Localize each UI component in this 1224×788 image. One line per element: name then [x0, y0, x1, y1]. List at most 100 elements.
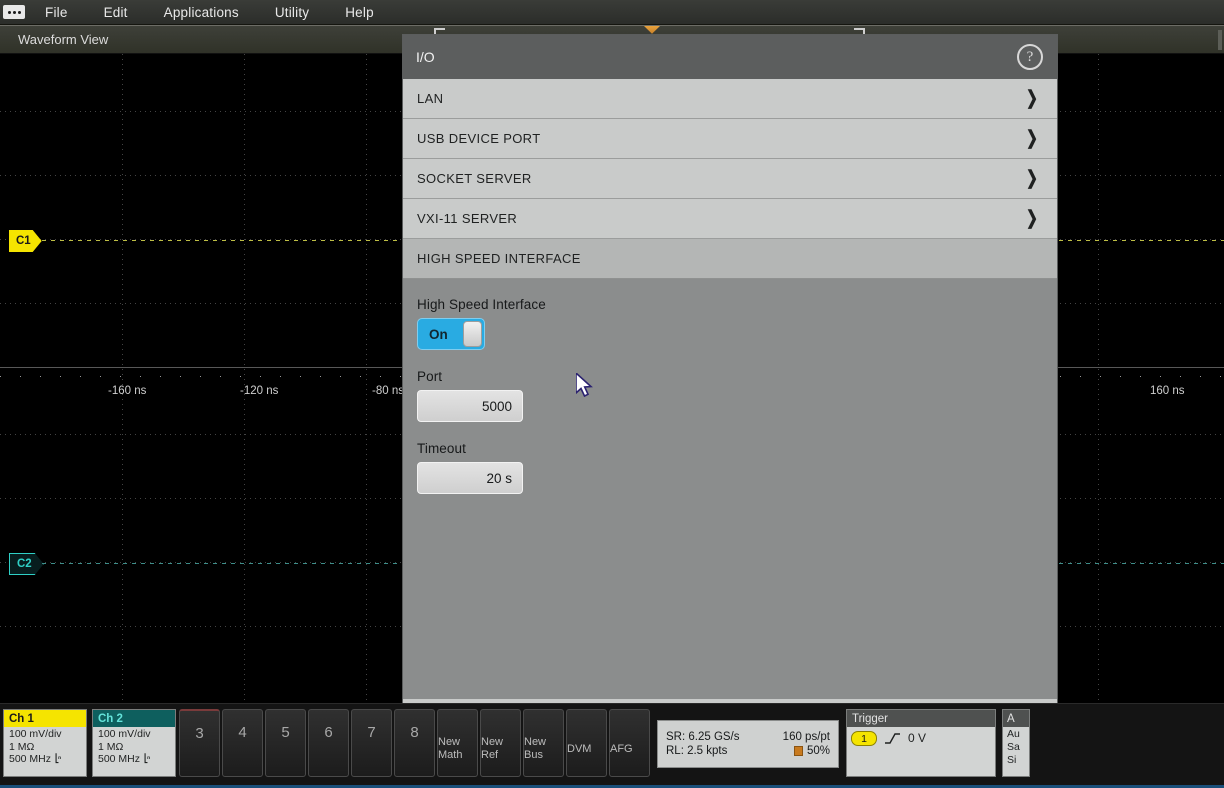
status-position: 50%	[807, 745, 830, 757]
io-menu-item-usb-device-port[interactable]: USB DEVICE PORT ❯	[403, 119, 1057, 159]
channel-marker-c2-label: C2	[17, 558, 32, 570]
afg-button[interactable]: AFG	[609, 709, 650, 777]
chevron-right-icon: ❯	[1026, 169, 1038, 188]
high-speed-interface-panel: High Speed Interface On Port 5000 Timeou…	[403, 279, 1057, 699]
bandwidth-filter-icon: ⎣ⁿ	[55, 753, 60, 766]
high-speed-interface-toggle[interactable]: On	[417, 318, 485, 350]
channel-badge-ch2-details: 100 mV/div 1 MΩ 500 MHz ⎣ⁿ	[93, 727, 175, 776]
trigger-position-icon	[794, 746, 803, 756]
bottom-toolbar: Ch 1 100 mV/div 1 MΩ 500 MHz ⎣ⁿ Ch 2 100…	[0, 703, 1224, 788]
ch2-scale: 100 mV/div	[98, 728, 175, 741]
time-label-0: -160 ns	[108, 385, 146, 397]
acquisition-sequence: Si	[1007, 754, 1029, 767]
menu-item-help[interactable]: Help	[327, 5, 392, 20]
status-resolution: 160 ps/pt	[783, 731, 830, 743]
io-menu-item-high-speed-interface-label: HIGH SPEED INTERFACE	[417, 251, 581, 266]
io-menu-item-usb-device-port-label: USB DEVICE PORT	[417, 131, 540, 146]
toggle-knob-icon	[463, 321, 482, 347]
channel-badge-ch1-details: 100 mV/div 1 MΩ 500 MHz ⎣ⁿ	[4, 727, 86, 776]
io-menu-item-lan-label: LAN	[417, 91, 443, 106]
status-row-sample-rate: SR: 6.25 GS/s 160 ps/pt	[666, 731, 830, 743]
ch1-scale: 100 mV/div	[9, 728, 86, 741]
trigger-panel-body: 1 0 V	[847, 727, 995, 776]
new-ref-line1: New	[481, 736, 503, 749]
menu-item-utility[interactable]: Utility	[257, 5, 327, 20]
channel-badge-ch1[interactable]: Ch 1 100 mV/div 1 MΩ 500 MHz ⎣ⁿ	[3, 709, 87, 777]
io-dialog: I/O ? LAN ❯ USB DEVICE PORT ❯ SOCKET SER…	[403, 35, 1057, 739]
io-dialog-title: I/O	[416, 49, 435, 65]
io-menu-list: LAN ❯ USB DEVICE PORT ❯ SOCKET SERVER ❯ …	[403, 79, 1057, 279]
status-row-record-length: RL: 2.5 kpts 50%	[666, 745, 830, 757]
menu-item-applications[interactable]: Applications	[146, 5, 257, 20]
help-question-icon[interactable]: ?	[1017, 44, 1043, 70]
ch2-bandwidth-row: 500 MHz ⎣ⁿ	[98, 753, 175, 766]
high-speed-interface-toggle-label: High Speed Interface	[417, 297, 1057, 312]
acquisition-mode: Au	[1007, 728, 1029, 741]
chevron-right-icon: ❯	[1026, 209, 1038, 228]
new-bus-button[interactable]: New Bus	[523, 709, 564, 777]
status-sample-rate: SR: 6.25 GS/s	[666, 731, 762, 743]
chevron-right-icon: ❯	[1026, 89, 1038, 108]
channel-button-7[interactable]: 7	[351, 709, 392, 777]
trigger-panel-title: Trigger	[847, 710, 995, 727]
channel-button-5[interactable]: 5	[265, 709, 306, 777]
io-menu-item-high-speed-interface[interactable]: HIGH SPEED INTERFACE	[403, 239, 1057, 279]
ch2-impedance: 1 MΩ	[98, 741, 175, 754]
acquisition-panel-title: A	[1003, 710, 1029, 727]
high-speed-interface-toggle-value: On	[418, 327, 448, 342]
menu-bar: File Edit Applications Utility Help	[0, 0, 1224, 25]
oscilloscope-app: File Edit Applications Utility Help Wave…	[0, 0, 1224, 788]
waveform-header-handle[interactable]	[1218, 30, 1222, 50]
acquisition-status-panel[interactable]: SR: 6.25 GS/s 160 ps/pt RL: 2.5 kpts 50%	[657, 720, 839, 768]
io-dialog-titlebar: I/O ?	[403, 35, 1057, 79]
timeout-input[interactable]: 20 s	[417, 462, 523, 494]
io-menu-item-vxi-11-server-label: VXI-11 SERVER	[417, 211, 517, 226]
timeout-label: Timeout	[417, 441, 1057, 456]
io-menu-item-lan[interactable]: LAN ❯	[403, 79, 1057, 119]
menu-item-edit[interactable]: Edit	[86, 5, 146, 20]
ch1-bandwidth: 500 MHz	[9, 753, 51, 766]
time-label-1: -120 ns	[240, 385, 278, 397]
channel-button-4[interactable]: 4	[222, 709, 263, 777]
ch2-bandwidth: 500 MHz	[98, 753, 140, 766]
channel-badge-ch2-title: Ch 2	[93, 710, 175, 727]
channel-marker-c1[interactable]: C1	[9, 230, 42, 252]
dvm-button[interactable]: DVM	[566, 709, 607, 777]
new-ref-button[interactable]: New Ref	[480, 709, 521, 777]
new-bus-line1: New	[524, 736, 546, 749]
ch1-impedance: 1 MΩ	[9, 741, 86, 754]
status-record-length: RL: 2.5 kpts	[666, 745, 762, 757]
acquisition-panel-lines: Au Sa Si	[1003, 727, 1029, 776]
channel-marker-c1-label: C1	[16, 235, 31, 247]
channel-badge-ch1-title: Ch 1	[4, 710, 86, 727]
trigger-level-value: 0 V	[908, 731, 926, 745]
acquisition-panel[interactable]: A Au Sa Si	[1002, 709, 1030, 777]
trigger-source-badge[interactable]: 1	[851, 731, 877, 746]
acquisition-sampling: Sa	[1007, 741, 1029, 754]
new-bus-line2: Bus	[524, 749, 543, 762]
channel-button-8[interactable]: 8	[394, 709, 435, 777]
rising-edge-icon	[884, 731, 901, 745]
io-menu-item-vxi-11-server[interactable]: VXI-11 SERVER ❯	[403, 199, 1057, 239]
new-math-button[interactable]: New Math	[437, 709, 478, 777]
waveform-view-title: Waveform View	[18, 32, 108, 47]
channel-button-3[interactable]: 3	[179, 709, 220, 777]
io-menu-item-socket-server-label: SOCKET SERVER	[417, 171, 532, 186]
grip-dots-icon[interactable]	[3, 5, 25, 19]
channel-badge-ch2[interactable]: Ch 2 100 mV/div 1 MΩ 500 MHz ⎣ⁿ	[92, 709, 176, 777]
trigger-panel[interactable]: Trigger 1 0 V	[846, 709, 996, 777]
ch1-bandwidth-row: 500 MHz ⎣ⁿ	[9, 753, 86, 766]
menu-item-file[interactable]: File	[27, 5, 86, 20]
time-label-2: -80 ns	[372, 385, 404, 397]
channel-marker-c2[interactable]: C2	[9, 553, 44, 575]
new-ref-line2: Ref	[481, 749, 498, 762]
chevron-right-icon: ❯	[1026, 129, 1038, 148]
new-math-line2: Math	[438, 749, 462, 762]
new-math-line1: New	[438, 736, 460, 749]
bandwidth-filter-icon: ⎣ⁿ	[144, 753, 149, 766]
port-label: Port	[417, 369, 1057, 384]
io-menu-item-socket-server[interactable]: SOCKET SERVER ❯	[403, 159, 1057, 199]
port-input[interactable]: 5000	[417, 390, 523, 422]
channel-button-6[interactable]: 6	[308, 709, 349, 777]
time-label-3: 160 ns	[1150, 385, 1185, 397]
